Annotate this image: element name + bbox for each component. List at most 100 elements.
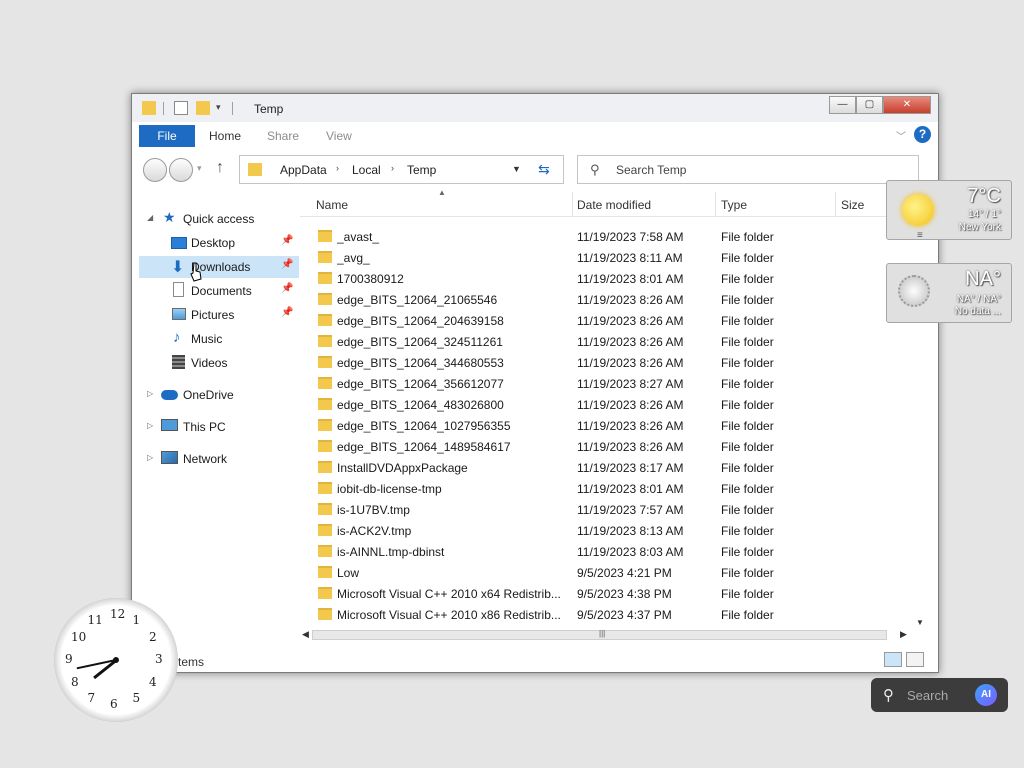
table-row[interactable]: edge_BITS_12064_1489584617 11/19/2023 8:2… <box>300 436 920 457</box>
taskbar-search[interactable]: ⚲ Search AI <box>871 678 1008 712</box>
table-row[interactable]: Microsoft Visual C++ 2010 x64 Redistrib.… <box>300 583 920 604</box>
expand-icon[interactable]: ▷ <box>147 453 153 462</box>
tab-share[interactable]: Share <box>267 125 299 147</box>
collapse-icon[interactable]: ◢ <box>147 213 153 222</box>
table-row[interactable]: edge_BITS_12064_356612077 11/19/2023 8:27… <box>300 373 920 394</box>
sidebar-item-quick-access[interactable]: ◢ ★ Quick access <box>139 208 299 230</box>
table-row[interactable]: edge_BITS_12064_324511261 11/19/2023 8:26… <box>300 331 920 352</box>
maximize-button[interactable]: ▢ <box>856 96 883 114</box>
expand-icon[interactable]: ▷ <box>147 389 153 398</box>
scroll-right-icon[interactable]: ▶ <box>900 629 907 640</box>
file-name: is-AINNL.tmp-dbinst <box>337 545 445 559</box>
new-folder-icon[interactable] <box>196 101 210 115</box>
breadcrumb-separator[interactable]: › <box>391 163 394 173</box>
refresh-icon[interactable]: ⇆ <box>538 161 550 178</box>
weather-location: No data ... <box>954 306 1001 317</box>
details-view-button[interactable] <box>884 652 902 667</box>
minimize-button[interactable]: — <box>829 96 856 114</box>
recent-locations-icon[interactable]: ▾ <box>197 163 202 174</box>
properties-icon[interactable] <box>174 101 188 115</box>
column-size[interactable]: Size <box>841 198 864 212</box>
analog-clock[interactable]: 12 1 2 3 4 5 6 7 8 9 10 11 <box>54 598 178 722</box>
back-button[interactable] <box>143 158 167 182</box>
large-icons-view-button[interactable] <box>906 652 924 667</box>
sidebar-item-pictures[interactable]: Pictures 📌 <box>139 304 299 326</box>
close-button[interactable]: ✕ <box>883 96 931 114</box>
sidebar-item-this-pc[interactable]: ▷ This PC <box>139 416 299 438</box>
table-row[interactable]: edge_BITS_12064_21065546 11/19/2023 8:26 … <box>300 289 920 310</box>
forward-button[interactable] <box>169 158 193 182</box>
table-row[interactable]: _avast_ 11/19/2023 7:58 AM File folder <box>300 226 920 247</box>
explorer-window: ▾ Temp — ▢ ✕ File Home Share View ﹀ ? ▾ … <box>131 93 939 673</box>
sidebar-item-label: Documents <box>191 284 252 298</box>
address-bar[interactable]: AppData › Local › Temp ▼ ⇆ <box>239 155 564 184</box>
horizontal-scrollbar[interactable]: ◀ ||| ▶ <box>300 626 912 643</box>
weather-widget[interactable]: NA° NA° / NA° No data ... <box>886 263 1012 323</box>
weather-widget[interactable]: 7°C 14° / 1° New York <box>886 180 1012 240</box>
scroll-down-icon[interactable]: ▼ <box>916 618 924 627</box>
documents-icon <box>173 282 184 297</box>
tab-view[interactable]: View <box>326 125 352 147</box>
column-divider[interactable] <box>572 192 573 216</box>
breadcrumb-appdata[interactable]: AppData <box>280 163 327 177</box>
sidebar-item-onedrive[interactable]: ▷ OneDrive <box>139 384 299 406</box>
file-type: File folder <box>721 335 774 349</box>
table-row[interactable]: Microsoft Visual C++ 2010 x86 Redistrib.… <box>300 604 920 625</box>
sidebar-item-label: Quick access <box>183 212 255 226</box>
customize-toolbar-icon[interactable]: ▾ <box>216 102 221 113</box>
sidebar-item-downloads[interactable]: ⬇ Downloads 📌 <box>139 256 299 278</box>
clock-numeral: 5 <box>132 690 141 705</box>
breadcrumb-temp[interactable]: Temp <box>407 163 436 177</box>
table-row[interactable]: InstallDVDAppxPackage 11/19/2023 8:17 AM F… <box>300 457 920 478</box>
pin-icon[interactable]: 📌 <box>281 283 293 294</box>
tab-home[interactable]: Home <box>209 125 241 147</box>
widget-grip-icon[interactable]: ≡ <box>917 230 923 241</box>
search-input[interactable]: ⚲ Search Temp <box>577 155 919 184</box>
folder-icon <box>318 587 332 599</box>
file-type: File folder <box>721 419 774 433</box>
folder-icon <box>318 230 332 242</box>
table-row[interactable]: edge_BITS_12064_344680553 11/19/2023 8:26… <box>300 352 920 373</box>
table-row[interactable]: edge_BITS_12064_1027956355 11/19/2023 8:2… <box>300 415 920 436</box>
breadcrumb-local[interactable]: Local <box>352 163 381 177</box>
column-date-modified[interactable]: Date modified <box>577 198 651 212</box>
table-row[interactable]: Low 9/5/2023 4:21 PM File folder <box>300 562 920 583</box>
address-dropdown-icon[interactable]: ▼ <box>512 164 521 174</box>
table-row[interactable]: is-ACK2V.tmp 11/19/2023 8:13 AM File folde… <box>300 520 920 541</box>
expand-ribbon-icon[interactable]: ﹀ <box>896 128 906 143</box>
table-row[interactable]: 1700380912 11/19/2023 8:01 AM File folder <box>300 268 920 289</box>
table-row[interactable]: is-1U7BV.tmp 11/19/2023 7:57 AM File folde… <box>300 499 920 520</box>
table-row[interactable]: iobit-db-license-tmp 11/19/2023 8:01 AM Fi… <box>300 478 920 499</box>
pin-icon[interactable]: 📌 <box>281 307 293 318</box>
expand-icon[interactable]: ▷ <box>147 421 153 430</box>
table-row[interactable]: _avg_ 11/19/2023 8:11 AM File folder <box>300 247 920 268</box>
table-row[interactable]: edge_BITS_12064_483026800 11/19/2023 8:26… <box>300 394 920 415</box>
help-icon[interactable]: ? <box>914 126 931 143</box>
pin-icon[interactable]: 📌 <box>281 235 293 246</box>
scroll-left-icon[interactable]: ◀ <box>302 629 309 640</box>
table-row[interactable]: is-AINNL.tmp-dbinst 11/19/2023 8:03 AM Fil… <box>300 541 920 562</box>
column-divider[interactable] <box>715 192 716 216</box>
folder-icon <box>318 524 332 536</box>
tab-file[interactable]: File <box>139 125 195 147</box>
ai-assistant-icon[interactable]: AI <box>975 684 997 706</box>
file-name: is-ACK2V.tmp <box>337 524 412 538</box>
sidebar-item-videos[interactable]: Videos <box>139 352 299 374</box>
column-name[interactable]: Name <box>316 198 348 212</box>
table-row[interactable]: edge_BITS_12064_204639158 11/19/2023 8:26… <box>300 310 920 331</box>
file-name: Low <box>337 566 360 580</box>
folder-icon <box>318 356 332 368</box>
sidebar-item-documents[interactable]: Documents 📌 <box>139 280 299 302</box>
column-type[interactable]: Type <box>721 198 747 212</box>
file-date: 11/19/2023 8:13 AM <box>577 524 684 538</box>
up-arrow-icon[interactable]: ↑ <box>216 159 224 177</box>
file-type: File folder <box>721 440 774 454</box>
file-name: edge_BITS_12064_483026800 <box>337 398 504 412</box>
sidebar-item-network[interactable]: ▷ Network <box>139 448 299 470</box>
sidebar-item-music[interactable]: ♪ Music <box>139 328 299 350</box>
file-name: edge_BITS_12064_204639158 <box>337 314 504 328</box>
pin-icon[interactable]: 📌 <box>281 259 293 270</box>
sidebar-item-desktop[interactable]: Desktop 📌 <box>139 232 299 254</box>
breadcrumb-separator[interactable]: › <box>336 163 339 173</box>
column-divider[interactable] <box>835 192 836 216</box>
